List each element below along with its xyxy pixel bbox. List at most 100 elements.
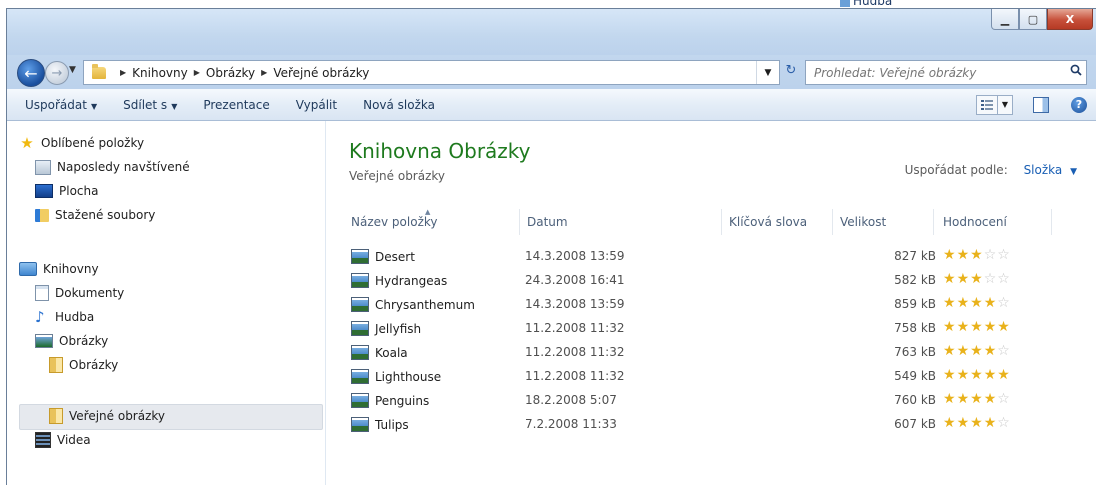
- star-filled-icon[interactable]: ★: [957, 415, 971, 431]
- chevron-right-icon[interactable]: ▶: [261, 68, 267, 77]
- rating-stars[interactable]: ★★★★☆: [943, 391, 1011, 407]
- star-empty-icon[interactable]: ☆: [984, 271, 998, 287]
- star-filled-icon[interactable]: ★: [970, 295, 984, 311]
- table-row[interactable]: Tulips 7.2.2008 11:33 607 kB ★★★★☆: [341, 413, 1059, 437]
- table-row[interactable]: Desert 14.3.2008 13:59 827 kB ★★★☆☆: [341, 245, 1059, 269]
- star-filled-icon[interactable]: ★: [943, 295, 957, 311]
- sidebar-item-downloads[interactable]: Stažené soubory: [35, 203, 155, 227]
- column-header-size[interactable]: Velikost: [840, 215, 886, 229]
- star-filled-icon[interactable]: ★: [984, 391, 998, 407]
- search-icon[interactable]: [1070, 64, 1082, 76]
- star-filled-icon[interactable]: ★: [970, 247, 984, 263]
- star-filled-icon[interactable]: ★: [943, 415, 957, 431]
- star-filled-icon[interactable]: ★: [943, 271, 957, 287]
- close-button[interactable]: X: [1047, 9, 1093, 30]
- sidebar-item-favorites[interactable]: ★ Oblíbené položky: [19, 131, 144, 155]
- star-empty-icon[interactable]: ☆: [997, 271, 1011, 287]
- forward-button[interactable]: →: [45, 61, 69, 85]
- star-filled-icon[interactable]: ★: [984, 415, 998, 431]
- star-filled-icon[interactable]: ★: [970, 367, 984, 383]
- star-filled-icon[interactable]: ★: [943, 343, 957, 359]
- rating-stars[interactable]: ★★★★★: [943, 319, 1011, 335]
- star-empty-icon[interactable]: ☆: [997, 391, 1011, 407]
- burn-button[interactable]: Vypálit: [296, 98, 337, 112]
- chevron-down-icon[interactable]: ▼: [1070, 167, 1077, 177]
- share-with-button[interactable]: Sdílet s ▼: [123, 98, 177, 112]
- sidebar-item-recent-places[interactable]: Naposledy navštívené: [35, 155, 190, 179]
- address-bar[interactable]: ▶ Knihovny ▶ Obrázky ▶ Veřejné obrázky ▼: [83, 60, 780, 85]
- rating-stars[interactable]: ★★★☆☆: [943, 271, 1011, 287]
- star-empty-icon[interactable]: ☆: [984, 247, 998, 263]
- star-filled-icon[interactable]: ★: [957, 247, 971, 263]
- sidebar-item-videos[interactable]: Videa: [35, 428, 91, 452]
- rating-stars[interactable]: ★★★☆☆: [943, 247, 1011, 263]
- column-divider[interactable]: [1051, 209, 1052, 235]
- star-filled-icon[interactable]: ★: [984, 295, 998, 311]
- star-filled-icon[interactable]: ★: [943, 367, 957, 383]
- star-empty-icon[interactable]: ☆: [997, 247, 1011, 263]
- breadcrumb-pictures[interactable]: Obrázky: [206, 66, 255, 80]
- column-divider[interactable]: [933, 209, 934, 235]
- sidebar-item-pictures[interactable]: Obrázky: [35, 329, 108, 353]
- help-icon[interactable]: ?: [1071, 96, 1087, 113]
- slideshow-button[interactable]: Prezentace: [203, 98, 269, 112]
- table-row[interactable]: Chrysanthemum 14.3.2008 13:59 859 kB ★★★…: [341, 293, 1059, 317]
- organize-button[interactable]: Uspořádat ▼: [25, 98, 97, 112]
- sidebar-item-documents[interactable]: Dokumenty: [35, 281, 124, 305]
- breadcrumb-public-pictures[interactable]: Veřejné obrázky: [273, 66, 369, 80]
- sidebar-item-music[interactable]: ♪ Hudba: [35, 305, 94, 329]
- star-filled-icon[interactable]: ★: [970, 319, 984, 335]
- star-filled-icon[interactable]: ★: [984, 367, 998, 383]
- star-filled-icon[interactable]: ★: [970, 391, 984, 407]
- star-filled-icon[interactable]: ★: [943, 319, 957, 335]
- column-divider[interactable]: [832, 209, 833, 235]
- star-filled-icon[interactable]: ★: [997, 319, 1011, 335]
- preview-pane-button[interactable]: [1033, 96, 1049, 113]
- sidebar-item-my-pictures[interactable]: Obrázky: [49, 353, 118, 377]
- chevron-right-icon[interactable]: ▶: [120, 68, 126, 77]
- sidebar-item-libraries[interactable]: Knihovny: [19, 257, 99, 281]
- rating-stars[interactable]: ★★★★☆: [943, 295, 1011, 311]
- star-filled-icon[interactable]: ★: [957, 319, 971, 335]
- refresh-button[interactable]: ↻: [781, 63, 801, 81]
- rating-stars[interactable]: ★★★★☆: [943, 415, 1011, 431]
- star-filled-icon[interactable]: ★: [957, 271, 971, 287]
- star-filled-icon[interactable]: ★: [970, 271, 984, 287]
- star-filled-icon[interactable]: ★: [957, 295, 971, 311]
- star-filled-icon[interactable]: ★: [957, 391, 971, 407]
- arrange-by-dropdown[interactable]: Složka: [1024, 163, 1063, 177]
- more-views-dropdown[interactable]: ▼: [998, 94, 1013, 115]
- rating-stars[interactable]: ★★★★★: [943, 367, 1011, 383]
- search-input[interactable]: [812, 64, 1061, 81]
- sidebar-item-public-pictures[interactable]: Veřejné obrázky: [49, 404, 165, 428]
- column-divider[interactable]: [519, 209, 520, 235]
- star-filled-icon[interactable]: ★: [970, 415, 984, 431]
- column-header-date[interactable]: Datum: [527, 215, 568, 229]
- back-button[interactable]: ←: [17, 59, 45, 87]
- new-folder-button[interactable]: Nová složka: [363, 98, 435, 112]
- sidebar-item-desktop[interactable]: Plocha: [35, 179, 98, 203]
- star-filled-icon[interactable]: ★: [943, 391, 957, 407]
- star-filled-icon[interactable]: ★: [970, 343, 984, 359]
- rating-stars[interactable]: ★★★★☆: [943, 343, 1011, 359]
- star-filled-icon[interactable]: ★: [997, 367, 1011, 383]
- search-box[interactable]: [805, 60, 1087, 85]
- address-dropdown-button[interactable]: ▼: [756, 61, 779, 84]
- table-row[interactable]: Hydrangeas 24.3.2008 16:41 582 kB ★★★☆☆: [341, 269, 1059, 293]
- star-filled-icon[interactable]: ★: [957, 367, 971, 383]
- minimize-button[interactable]: ▁: [991, 9, 1019, 30]
- star-empty-icon[interactable]: ☆: [997, 295, 1011, 311]
- star-empty-icon[interactable]: ☆: [997, 415, 1011, 431]
- table-row[interactable]: Jellyfish 11.2.2008 11:32 758 kB ★★★★★: [341, 317, 1059, 341]
- maximize-button[interactable]: ▢: [1019, 9, 1047, 30]
- column-header-rating[interactable]: Hodnocení: [943, 215, 1007, 229]
- recent-pages-dropdown[interactable]: ▼: [69, 65, 76, 75]
- column-divider[interactable]: [721, 209, 722, 235]
- table-row[interactable]: Lighthouse 11.2.2008 11:32 549 kB ★★★★★: [341, 365, 1059, 389]
- breadcrumb-libraries[interactable]: Knihovny: [132, 66, 188, 80]
- star-filled-icon[interactable]: ★: [984, 343, 998, 359]
- chevron-right-icon[interactable]: ▶: [194, 68, 200, 77]
- column-header-tags[interactable]: Klíčová slova: [729, 215, 807, 229]
- star-filled-icon[interactable]: ★: [943, 247, 957, 263]
- star-filled-icon[interactable]: ★: [957, 343, 971, 359]
